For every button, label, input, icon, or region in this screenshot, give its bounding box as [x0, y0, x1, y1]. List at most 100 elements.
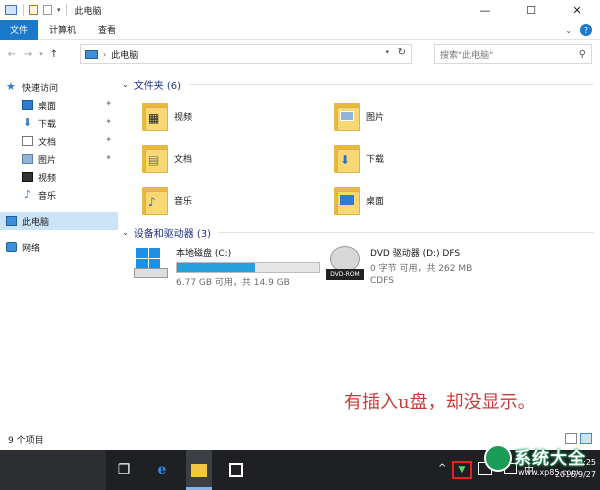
address-bar[interactable]: › 此电脑 ▾ ↻ [80, 44, 412, 64]
sidebar-item-pictures[interactable]: 图片 ✦ [0, 150, 118, 168]
sidebar-item-documents[interactable]: 文档 ✦ [0, 132, 118, 150]
collapse-chevron-icon[interactable]: ⌄ [122, 228, 129, 237]
refresh-icon[interactable]: ↻ [398, 47, 406, 58]
sidebar-item-videos[interactable]: 视频 [0, 168, 118, 186]
drive-name: DVD 驱动器 (D:) DFS [370, 249, 461, 259]
folder-item-music[interactable]: ♪ 音乐 [142, 180, 332, 220]
usb-device-icon[interactable]: ▼ [452, 461, 472, 479]
network-icon [6, 242, 17, 252]
task-view-icon[interactable]: ❐ [114, 460, 134, 480]
folder-name: 桌面 [366, 196, 385, 207]
search-icon[interactable]: ⚲ [579, 49, 586, 60]
folder-name: 文档 [174, 154, 193, 165]
desktop-folder-icon [334, 185, 360, 215]
ribbon-right: ⌄ ? [565, 24, 592, 36]
drive-item-c[interactable]: 本地磁盘 (C:) 6.77 GB 可用，共 14.9 GB [132, 246, 320, 288]
taskbar-search-area[interactable] [0, 450, 106, 490]
watermark-url: www.xp85.com [518, 468, 580, 477]
annotation-text: 有插入u盘，却没显示。 [344, 392, 536, 413]
customize-toolbar-chevron-icon[interactable]: ▾ [57, 6, 61, 14]
pictures-folder-icon [334, 101, 360, 131]
tab-computer[interactable]: 计算机 [38, 20, 87, 40]
title-bar: ▾ 此电脑 — ☐ ✕ [0, 0, 600, 20]
folder-item-videos[interactable]: ▦ 视频 [142, 96, 332, 136]
address-dropdown-chevron-icon[interactable]: ▾ [385, 48, 389, 56]
collapse-chevron-icon[interactable]: ⌄ [122, 80, 129, 89]
this-pc-icon [85, 49, 98, 59]
tab-view[interactable]: 查看 [87, 20, 127, 40]
document-icon [22, 136, 33, 146]
folder-item-downloads[interactable]: ⬇ 下载 [334, 138, 524, 178]
minimize-button[interactable]: — [462, 0, 508, 20]
pin-icon[interactable]: ✦ [105, 99, 112, 108]
item-count: 9 个项目 [8, 435, 44, 446]
breadcrumb-this-pc[interactable]: 此电脑 [111, 48, 138, 61]
sidebar-item-label: 图片 [38, 155, 57, 166]
navigation-bar: ← → ▾ ↑ › 此电脑 ▾ ↻ 搜索"此电脑" ⚲ [0, 41, 600, 67]
picture-icon [22, 154, 33, 164]
sidebar-item-network[interactable]: 网络 [0, 238, 118, 256]
pin-icon[interactable]: ✦ [105, 135, 112, 144]
pin-icon[interactable]: ✦ [105, 153, 112, 162]
sidebar-item-quick-access[interactable]: ★ 快速访问 [0, 78, 118, 96]
forward-button[interactable]: → [20, 49, 36, 60]
documents-folder-icon: ▤ [142, 143, 168, 173]
sidebar-item-this-pc[interactable]: 此电脑 [0, 212, 118, 230]
sidebar-item-label: 下载 [38, 119, 57, 130]
folder-item-desktop[interactable]: 桌面 [334, 180, 524, 220]
up-button[interactable]: ↑ [46, 49, 62, 60]
recent-locations-chevron-icon[interactable]: ▾ [36, 50, 46, 58]
help-icon[interactable]: ? [580, 24, 592, 36]
explorer-window: ▾ 此电脑 — ☐ ✕ 文件 计算机 查看 ⌄ ? ← → ▾ ↑ › 此电脑 … [0, 0, 600, 450]
folder-name: 图片 [366, 112, 385, 123]
close-button[interactable]: ✕ [554, 0, 600, 20]
new-folder-icon[interactable] [43, 5, 52, 15]
folder-name: 下载 [366, 154, 385, 165]
folder-item-documents[interactable]: ▤ 文档 [142, 138, 332, 178]
window-controls: — ☐ ✕ [462, 0, 600, 20]
sidebar-item-label: 音乐 [38, 191, 57, 202]
folder-item-pictures[interactable]: 图片 [334, 96, 524, 136]
group-title: 文件夹 (6) [133, 80, 182, 92]
drive-item-d[interactable]: DVD-ROM DVD 驱动器 (D:) DFS 0 字节 可用，共 262 M… [326, 246, 472, 286]
video-folder-icon: ▦ [142, 101, 168, 131]
sidebar-item-label: 快速访问 [22, 83, 59, 94]
back-button[interactable]: ← [4, 49, 20, 60]
drive-usage-fill [177, 263, 256, 272]
group-title: 设备和驱动器 (3) [133, 228, 212, 240]
sidebar-item-desktop[interactable]: 桌面 ✦ [0, 96, 118, 114]
download-icon: ⬇ [22, 116, 33, 129]
properties-icon[interactable] [29, 5, 38, 15]
music-icon: ♪ [23, 188, 32, 201]
drives-group-header[interactable]: ⌄ 设备和驱动器 (3) [122, 224, 594, 240]
edge-browser-icon[interactable]: e [152, 460, 172, 480]
breadcrumb-chevron-icon[interactable]: › [103, 50, 106, 59]
navigation-pane: ★ 快速访问 桌面 ✦ ⬇ 下载 ✦ 文档 ✦ 图片 ✦ 视频 ♪ 音乐 此电脑… [0, 70, 118, 428]
video-icon [22, 172, 33, 182]
divider [65, 4, 67, 16]
file-list: ⌄ 文件夹 (6) ▦ 视频 图片 ▤ 文档 ⬇ 下载 ♪ 音乐 桌面 ⌄ 设备… [122, 70, 600, 428]
music-folder-icon: ♪ [142, 185, 168, 215]
search-box[interactable]: 搜索"此电脑" ⚲ [434, 44, 592, 64]
divider [219, 231, 594, 233]
watermark-logo: 系统大全 www.xp85.com [484, 436, 600, 490]
folders-group-header[interactable]: ⌄ 文件夹 (6) [122, 76, 594, 92]
file-explorer-icon[interactable] [189, 460, 209, 480]
show-hidden-icons-chevron-icon[interactable]: ^ [438, 463, 446, 474]
drive-name: 本地磁盘 (C:) [176, 249, 232, 259]
drive-filesystem: CDFS [370, 276, 394, 286]
folder-name: 音乐 [174, 196, 193, 207]
tab-file[interactable]: 文件 [0, 19, 38, 40]
pin-icon[interactable]: ✦ [105, 117, 112, 126]
search-input[interactable]: 搜索"此电脑" [440, 48, 493, 61]
sidebar-item-label: 此电脑 [22, 217, 50, 228]
store-icon[interactable] [226, 460, 246, 480]
windows-logo-icon [136, 248, 160, 268]
sidebar-item-downloads[interactable]: ⬇ 下载 ✦ [0, 114, 118, 132]
window-title: 此电脑 [74, 6, 102, 17]
maximize-button[interactable]: ☐ [508, 0, 554, 20]
ribbon-tabs: 文件 计算机 查看 ⌄ ? [0, 19, 600, 40]
sidebar-item-music[interactable]: ♪ 音乐 [0, 186, 118, 204]
expand-ribbon-chevron-icon[interactable]: ⌄ [565, 26, 572, 35]
this-pc-icon [6, 216, 17, 226]
